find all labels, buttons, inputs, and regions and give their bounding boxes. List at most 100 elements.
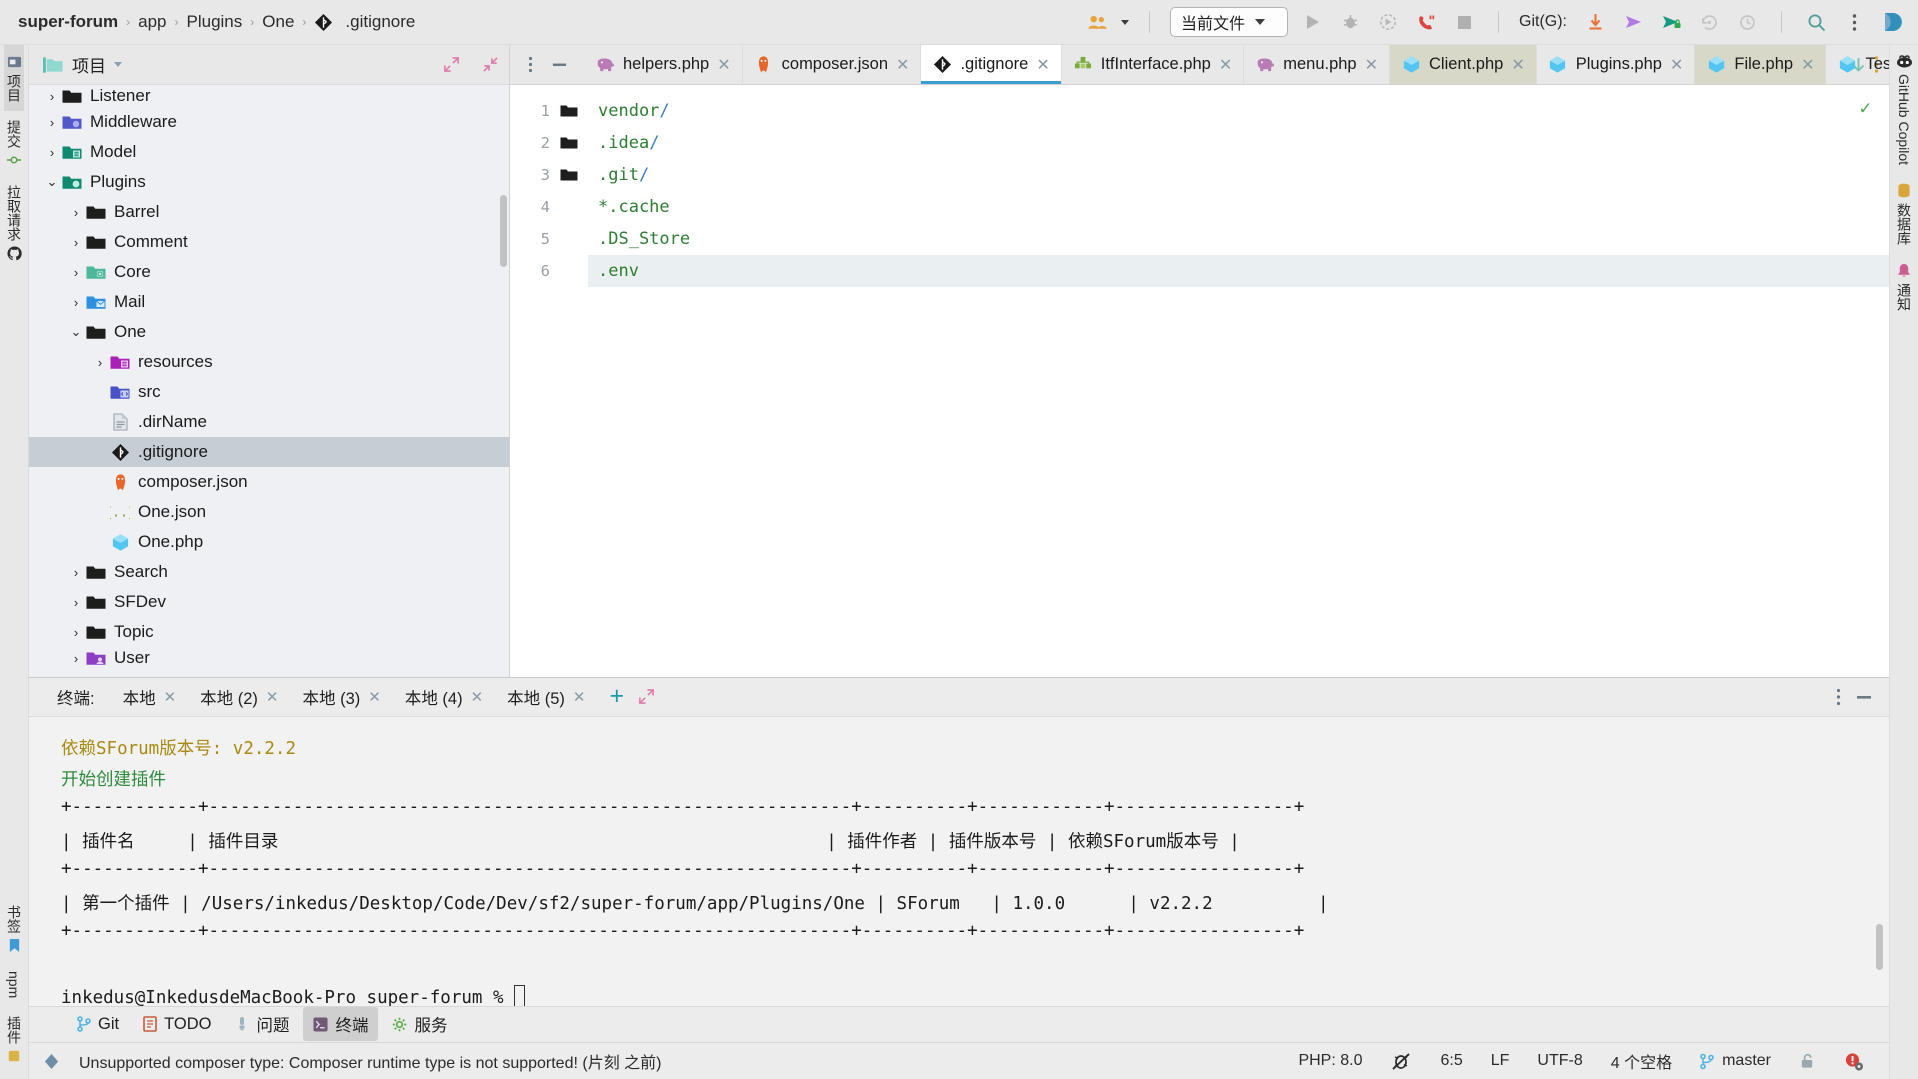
- more-options-icon[interactable]: [1840, 8, 1868, 36]
- tree-item[interactable]: › Comment: [29, 227, 509, 257]
- terminal-tab[interactable]: 本地 ✕: [113, 679, 187, 722]
- gutter-line[interactable]: 5: [510, 223, 588, 255]
- tool-window-problems[interactable]: 问题: [225, 1007, 299, 1041]
- tree-item[interactable]: .dirName: [29, 407, 509, 437]
- tree-expand-arrow-icon[interactable]: ›: [67, 651, 85, 666]
- tool-window-git[interactable]: Git: [67, 1010, 129, 1039]
- folder-gutter-icon[interactable]: [558, 168, 580, 182]
- tree-expand-arrow-icon[interactable]: ›: [91, 355, 109, 370]
- editor-tab[interactable]: .gitignore ✕: [921, 45, 1062, 84]
- code-line[interactable]: *.cache: [588, 191, 1889, 223]
- terminal-options-icon[interactable]: [1836, 688, 1841, 706]
- tree-item[interactable]: › Barrel: [29, 197, 509, 227]
- sidebar-item-notifications[interactable]: 通知: [1894, 254, 1914, 320]
- project-tree[interactable]: › Listener › Middleware › Model ⌄ Plugins › Barre…: [29, 85, 509, 677]
- tree-expand-arrow-icon[interactable]: ›: [43, 115, 61, 130]
- editor-tab[interactable]: TestCo✕: [1826, 45, 1889, 84]
- status-caret-position[interactable]: 6:5: [1431, 1052, 1471, 1070]
- breadcrumb-file[interactable]: .gitignore: [341, 12, 423, 32]
- unlock-icon[interactable]: [1790, 1052, 1825, 1070]
- search-icon[interactable]: [1802, 8, 1830, 36]
- code-editor[interactable]: 123456 vendor / .idea / .git / *.cache .DS_Stor…: [510, 85, 1889, 677]
- sidebar-item-commit[interactable]: 提交: [4, 111, 24, 176]
- tree-item[interactable]: One.php: [29, 527, 509, 557]
- tree-item[interactable]: › Topic: [29, 617, 509, 647]
- terminal-tab[interactable]: 本地 (2) ✕: [190, 679, 288, 715]
- terminal-scrollbar[interactable]: [1876, 923, 1883, 970]
- close-icon[interactable]: ✕: [1036, 55, 1049, 75]
- breadcrumb-plugins[interactable]: Plugins: [179, 12, 251, 32]
- hide-editor-icon[interactable]: [543, 56, 576, 73]
- editor-tab[interactable]: menu.php ✕: [1244, 45, 1391, 84]
- expand-all-icon[interactable]: [443, 56, 460, 73]
- run-configuration-selector[interactable]: 当前文件: [1170, 7, 1288, 37]
- editor-gutter[interactable]: 1 2 3 4 5 6: [510, 85, 588, 677]
- rollback-icon[interactable]: [1695, 8, 1723, 36]
- tree-item[interactable]: src: [29, 377, 509, 407]
- close-icon[interactable]: ✕: [368, 688, 381, 706]
- status-line-separator[interactable]: LF: [1482, 1052, 1519, 1070]
- project-tree-scrollbar[interactable]: [500, 195, 507, 267]
- inspection-ok-icon[interactable]: ✓: [1860, 97, 1871, 119]
- revert-icon[interactable]: [1733, 8, 1761, 36]
- close-icon[interactable]: ✕: [1670, 55, 1683, 75]
- close-icon[interactable]: ✕: [471, 688, 484, 706]
- sidebar-item-project[interactable]: 项目: [4, 45, 24, 111]
- code-line[interactable]: .env: [588, 255, 1889, 287]
- status-indent[interactable]: 4 个空格: [1602, 1049, 1681, 1073]
- gutter-line[interactable]: 2: [510, 127, 588, 159]
- editor-code-area[interactable]: vendor / .idea / .git / *.cache .DS_Store .env: [588, 85, 1889, 677]
- tree-expand-arrow-icon[interactable]: ›: [67, 235, 85, 250]
- tree-item[interactable]: › User: [29, 647, 509, 669]
- tree-expand-arrow-icon[interactable]: ›: [43, 145, 61, 160]
- editor-tab[interactable]: Client.php ✕: [1390, 45, 1537, 84]
- gutter-line[interactable]: 6: [510, 255, 588, 287]
- push-icon[interactable]: [1619, 8, 1647, 36]
- editor-tab[interactable]: helpers.php ✕: [584, 45, 743, 84]
- editor-options-icon[interactable]: [520, 56, 541, 73]
- maximize-terminal-icon[interactable]: [638, 688, 655, 705]
- tree-expand-arrow-icon[interactable]: ⌄: [67, 324, 85, 340]
- breadcrumb-project[interactable]: super-forum: [18, 12, 126, 32]
- tree-expand-arrow-icon[interactable]: ›: [67, 295, 85, 310]
- tree-expand-arrow-icon[interactable]: ›: [67, 265, 85, 280]
- close-icon[interactable]: ✕: [266, 688, 279, 706]
- notifications-error-icon[interactable]: [1835, 1052, 1873, 1071]
- breadcrumb-app[interactable]: app: [130, 12, 174, 32]
- gutter-line[interactable]: 4: [510, 191, 588, 223]
- gutter-line[interactable]: 3: [510, 159, 588, 191]
- close-icon[interactable]: ✕: [1365, 55, 1378, 75]
- project-scope-chevron-icon[interactable]: [114, 62, 122, 67]
- code-line[interactable]: .git /: [588, 159, 1889, 191]
- stop-icon[interactable]: [1450, 8, 1478, 36]
- tree-item[interactable]: › Core: [29, 257, 509, 287]
- commit-and-push-icon[interactable]: [1657, 8, 1685, 36]
- sidebar-item-npm[interactable]: npm: [6, 962, 22, 1007]
- folder-gutter-icon[interactable]: [558, 136, 580, 150]
- tree-item[interactable]: › Model: [29, 137, 509, 167]
- terminal-tab[interactable]: 本地 (4) ✕: [395, 679, 493, 715]
- debug-icon[interactable]: [1336, 8, 1364, 36]
- ai-assistant-icon[interactable]: [1878, 8, 1906, 36]
- sidebar-item-database[interactable]: 数据库: [1894, 174, 1914, 254]
- gutter-line[interactable]: 1: [510, 95, 588, 127]
- hide-terminal-icon[interactable]: [1855, 688, 1873, 706]
- run-icon[interactable]: [1298, 8, 1326, 36]
- close-icon[interactable]: ✕: [1801, 55, 1814, 75]
- folder-gutter-icon[interactable]: [558, 104, 580, 118]
- phone-call-icon[interactable]: [1412, 8, 1440, 36]
- collapse-all-icon[interactable]: [482, 56, 499, 73]
- terminal-output[interactable]: 依赖SForum版本号: v2.2.2 开始创建插件 +------------…: [29, 716, 1889, 1006]
- sidebar-item-plugins[interactable]: 插件: [4, 1007, 24, 1079]
- sidebar-item-pull-requests[interactable]: 拉取请求: [4, 176, 24, 270]
- tool-window-services[interactable]: 服务: [382, 1007, 457, 1041]
- close-icon[interactable]: ✕: [1511, 55, 1524, 75]
- tree-item[interactable]: {..} One.json: [29, 497, 509, 527]
- tree-expand-arrow-icon[interactable]: ›: [67, 565, 85, 580]
- close-icon[interactable]: ✕: [1219, 55, 1232, 75]
- breadcrumb-one[interactable]: One: [254, 12, 302, 32]
- tree-item[interactable]: ⌄ Plugins: [29, 167, 509, 197]
- tree-expand-arrow-icon[interactable]: ›: [43, 89, 61, 104]
- close-icon[interactable]: ✕: [717, 55, 730, 75]
- status-event-icon[interactable]: [43, 1053, 60, 1070]
